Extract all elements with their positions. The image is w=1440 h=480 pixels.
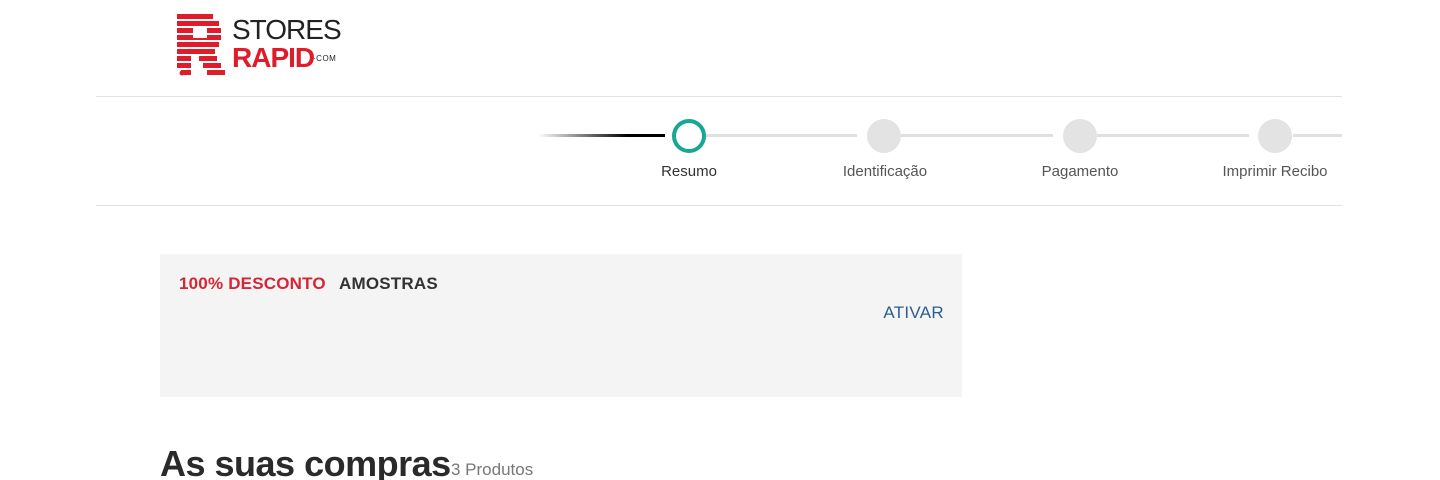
purchases-count: 3 Produtos	[451, 460, 534, 479]
site-logo[interactable]: STORES RAPID ·COM	[177, 14, 347, 78]
promo-box: 100% DESCONTO AMOSTRAS ATIVAR	[160, 254, 962, 397]
logo-r-icon	[177, 14, 225, 76]
step-label-identificacao[interactable]: Identificação	[815, 163, 955, 180]
step-label-imprimir-recibo[interactable]: Imprimir Recibo	[1205, 163, 1345, 180]
step-connector-4	[1293, 134, 1342, 137]
step-dot-imprimir-recibo[interactable]	[1258, 119, 1292, 153]
promo-discount-text: 100% DESCONTO	[179, 274, 326, 293]
logo-text-stores: STORES	[232, 14, 342, 45]
activate-button[interactable]: ATIVAR	[883, 303, 944, 323]
header-divider	[96, 96, 1342, 97]
checkout-page: STORES RAPID ·COM Resumo Identificação P…	[0, 0, 1440, 480]
logo-text-com: ·COM	[313, 54, 337, 63]
step-progress-line	[538, 134, 665, 137]
promo-label: AMOSTRAS	[339, 274, 438, 293]
logo-text-rapid: RAPID	[232, 42, 315, 73]
step-connector-3	[1097, 134, 1249, 137]
step-label-resumo[interactable]: Resumo	[619, 163, 759, 180]
step-connector-2	[901, 134, 1053, 137]
step-dot-resumo[interactable]	[672, 119, 706, 153]
step-dot-identificacao[interactable]	[867, 119, 901, 153]
step-connector-1	[705, 134, 857, 137]
stepper-divider	[96, 205, 1342, 206]
purchases-title: As suas compras	[160, 443, 451, 480]
step-dot-pagamento[interactable]	[1063, 119, 1097, 153]
step-label-pagamento[interactable]: Pagamento	[1010, 163, 1150, 180]
